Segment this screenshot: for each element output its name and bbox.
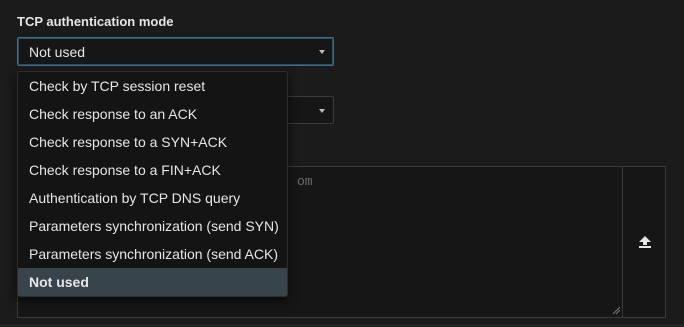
- tcp-auth-mode-select[interactable]: Not used: [17, 37, 334, 66]
- upload-icon: [639, 236, 651, 248]
- option-check-response-ack[interactable]: Check response to an ACK: [18, 100, 287, 128]
- option-params-sync-syn[interactable]: Parameters synchronization (send SYN): [18, 212, 287, 240]
- chevron-down-icon: [319, 109, 325, 113]
- option-auth-tcp-dns-query[interactable]: Authentication by TCP DNS query: [18, 184, 287, 212]
- option-not-used[interactable]: Not used: [18, 268, 287, 296]
- option-params-sync-ack[interactable]: Parameters synchronization (send ACK): [18, 240, 287, 268]
- option-check-response-syn-ack[interactable]: Check response to a SYN+ACK: [18, 128, 287, 156]
- chevron-down-icon: [319, 50, 325, 54]
- text-area-placeholder: om: [297, 174, 313, 189]
- tcp-auth-mode-dropdown: Check by TCP session reset Check respons…: [17, 71, 288, 297]
- upload-button[interactable]: [622, 166, 666, 318]
- resize-grip-icon[interactable]: [611, 305, 621, 315]
- option-check-tcp-session-reset[interactable]: Check by TCP session reset: [18, 72, 287, 100]
- tcp-auth-mode-label: TCP authentication mode: [17, 14, 174, 29]
- option-check-response-fin-ack[interactable]: Check response to a FIN+ACK: [18, 156, 287, 184]
- tcp-auth-mode-value: Not used: [29, 44, 86, 60]
